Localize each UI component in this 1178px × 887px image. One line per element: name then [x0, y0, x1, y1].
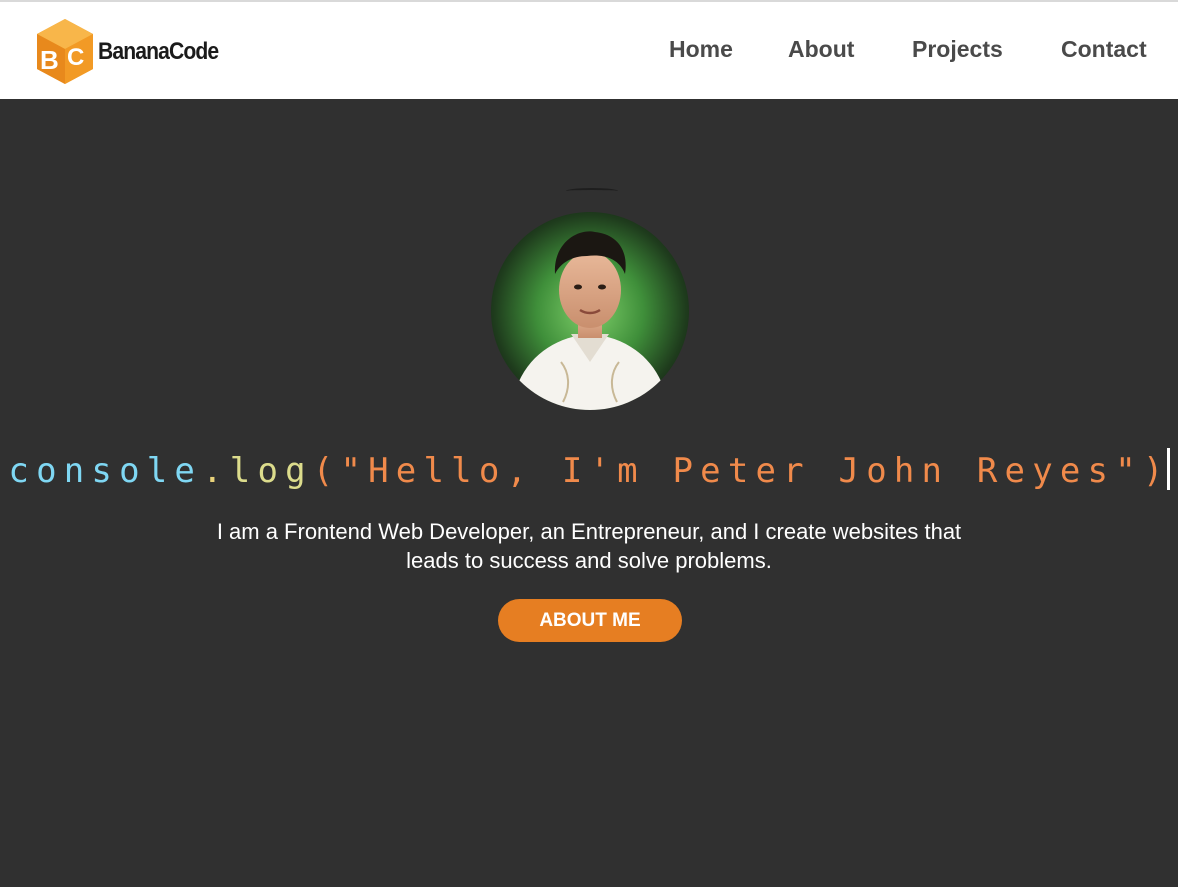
nav-projects-link[interactable]: Projects — [912, 36, 1003, 63]
navbar: B C BananaCode Home About Projects Conta… — [0, 0, 1178, 99]
headline-log: log — [229, 451, 313, 491]
svg-text:B: B — [40, 45, 59, 75]
about-me-button[interactable]: ABOUT ME — [498, 599, 682, 642]
headline-open-paren: ( — [312, 451, 341, 491]
logo[interactable]: B C BananaCode — [35, 19, 235, 85]
typing-cursor — [1166, 448, 1170, 490]
nav-contact-link[interactable]: Contact — [1061, 36, 1147, 63]
logo-text: BananaCode — [98, 38, 219, 65]
banana-code-logo-icon: B C — [37, 19, 93, 84]
hero-section: console.log("Hello, I'm Peter John Reyes… — [0, 99, 1178, 887]
svg-text:C: C — [67, 44, 84, 71]
intro-text: I am a Frontend Web Developer, an Entrep… — [0, 517, 1178, 575]
intro-line-2: leads to success and solve problems. — [406, 548, 772, 573]
intro-line-1: I am a Frontend Web Developer, an Entrep… — [216, 519, 962, 544]
nav-about-link[interactable]: About — [788, 36, 854, 63]
headline-console: console — [8, 451, 203, 491]
headline: console.log("Hello, I'm Peter John Reyes… — [0, 447, 1178, 495]
headline-string: "Hello, I'm Peter John Reyes" — [340, 451, 1143, 491]
nav-home-link[interactable]: Home — [669, 36, 733, 63]
profile-photo — [491, 212, 689, 410]
headline-dot: . — [202, 451, 230, 491]
decorative-arc — [566, 188, 618, 194]
